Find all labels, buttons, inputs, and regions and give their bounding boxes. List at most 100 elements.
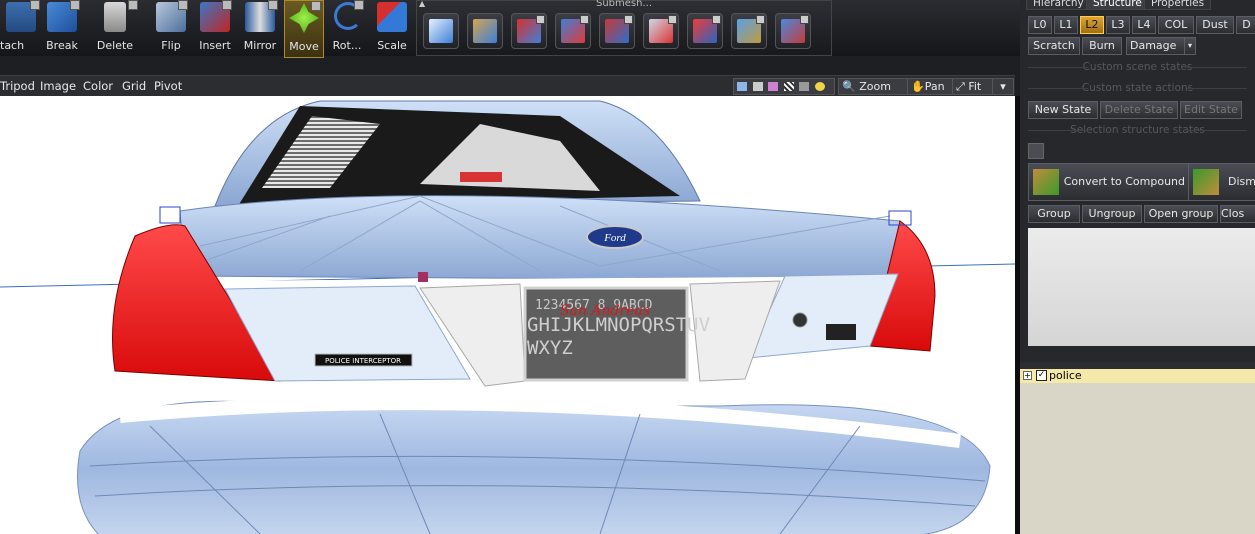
chevron-down-icon: ▾ [1000, 80, 1006, 93]
scratch-button[interactable]: Scratch [1028, 37, 1080, 55]
3d-viewport[interactable]: Ford 1234567 8 9ABCD San Andreas GHIJKLM… [0, 96, 1015, 534]
scale-button[interactable]: Scale [372, 0, 412, 56]
option-flag-icon[interactable] [70, 0, 80, 10]
zoom-label: Zoom [859, 80, 891, 93]
lod-l0-button[interactable]: L0 [1028, 16, 1052, 34]
delete-state-button[interactable]: Delete State [1100, 101, 1178, 119]
lock-icon[interactable] [1028, 143, 1044, 159]
attach-button[interactable]: tach [0, 0, 42, 56]
cube-icon[interactable] [423, 13, 459, 49]
menu-tripod[interactable]: Tripod [0, 79, 35, 93]
menu-color[interactable]: Color [83, 79, 113, 93]
box-convert-icon [1033, 169, 1059, 195]
lod-l4-button[interactable]: L4 [1132, 16, 1156, 34]
tab-properties[interactable]: Properties [1144, 0, 1212, 10]
pan-label: Pan [924, 80, 945, 93]
selection-structure-states-header: Selection structure states [1020, 124, 1255, 136]
diamond-icon[interactable] [687, 13, 723, 49]
lod-l3-button[interactable]: L3 [1106, 16, 1130, 34]
fit-icon: ⤢ [956, 80, 965, 93]
mirror-label: Mirror [243, 39, 277, 52]
edit-state-button[interactable]: Edit State [1180, 101, 1242, 119]
close-group-button[interactable]: Clos [1220, 205, 1255, 223]
cut-icon[interactable] [555, 13, 591, 49]
insert-label: Insert [199, 39, 231, 52]
custom-scene-states-header: Custom scene states [1020, 61, 1255, 73]
delete-button[interactable]: Delete [90, 0, 140, 56]
option-flag-icon[interactable] [222, 0, 232, 10]
rotate-label: Rot... [332, 39, 362, 52]
visibility-checkbox[interactable]: ✓ [1036, 370, 1047, 381]
camera-icon[interactable] [799, 82, 809, 91]
insert-button[interactable]: Insert [196, 0, 234, 56]
tree-row-police[interactable]: + ✓ police [1020, 369, 1255, 383]
option-flag-icon[interactable] [178, 0, 188, 10]
checker-icon[interactable] [783, 82, 794, 91]
light-icon[interactable] [814, 82, 825, 91]
state-list-box[interactable] [1028, 228, 1255, 346]
fit-button[interactable]: ⤢ Fit [952, 78, 995, 95]
import-icon[interactable] [511, 13, 547, 49]
scene-tree[interactable]: + ✓ police [1020, 362, 1255, 534]
mirror-button[interactable]: Mirror [240, 0, 280, 56]
delete-label: Delete [96, 39, 134, 52]
scale-icon [377, 2, 407, 32]
brush-icon[interactable] [467, 13, 503, 49]
plate-chars-mid: GHIJKLMNOPQRSTUV [527, 314, 710, 336]
plate-chars-bot: WXYZ [527, 337, 573, 359]
menu-image[interactable]: Image [40, 79, 76, 93]
fit-label: Fit [968, 80, 982, 93]
ungroup-button[interactable]: Ungroup [1082, 205, 1142, 223]
dust-button[interactable]: Dust [1196, 16, 1234, 34]
flip-button[interactable]: Flip [152, 0, 190, 56]
viewport-render-toggles[interactable]: ▼ [733, 78, 835, 108]
ford-emblem-text: Ford [603, 232, 626, 244]
knife-icon[interactable] [643, 13, 679, 49]
grid-icon[interactable] [775, 13, 811, 49]
attach-label: tach [0, 39, 25, 52]
lod-l1-button[interactable]: L1 [1054, 16, 1078, 34]
lod-col-button[interactable]: COL [1158, 16, 1194, 34]
chevron-down-icon[interactable]: ▾ [1184, 37, 1196, 55]
magnifier-icon: 🔍 [842, 80, 856, 93]
texture-icon[interactable] [768, 82, 778, 91]
expand-icon[interactable]: + [1023, 371, 1032, 380]
option-flag-icon[interactable] [311, 1, 321, 11]
menu-pivot[interactable]: Pivot [154, 79, 182, 93]
menu-grid[interactable]: Grid [122, 79, 146, 93]
option-flag-icon[interactable] [354, 0, 364, 10]
break-button[interactable]: Break [42, 0, 82, 56]
box-paint-icon[interactable] [731, 13, 767, 49]
zoom-button[interactable]: 🔍 Zoom [838, 78, 909, 95]
move-label: Move [289, 40, 319, 53]
cube-split-icon[interactable] [599, 13, 635, 49]
car-model-render: Ford 1234567 8 9ABCD San Andreas GHIJKLM… [0, 100, 1015, 534]
dismount-label: Dism [1228, 175, 1255, 188]
wireframe-icon[interactable] [752, 82, 763, 91]
tab-hierarchy[interactable]: Hierarchy [1026, 0, 1091, 10]
new-state-button[interactable]: New State [1028, 101, 1098, 119]
custom-state-actions-header: Custom state actions [1020, 82, 1255, 94]
option-flag-icon[interactable] [30, 0, 40, 10]
move-button[interactable]: Move [284, 0, 324, 58]
convert-to-compound-button[interactable]: Convert to Compound [1028, 163, 1190, 201]
tab-structure[interactable]: Structure [1086, 0, 1149, 10]
pan-button[interactable]: ✋Pan [907, 78, 955, 95]
burn-button[interactable]: Burn [1082, 37, 1122, 55]
lod-l2-button[interactable]: L2 [1080, 16, 1104, 34]
open-group-button[interactable]: Open group [1144, 205, 1218, 223]
d-button[interactable]: D [1236, 16, 1255, 34]
option-flag-icon[interactable] [128, 0, 138, 10]
option-flag-icon[interactable] [268, 0, 278, 10]
pivot-marker-left [159, 206, 181, 224]
damage-dropdown[interactable]: Damage [1126, 37, 1185, 55]
viewport-menu-button[interactable]: ▾ [992, 78, 1014, 95]
model-badge [826, 324, 856, 340]
rotate-button[interactable]: Rot... [328, 0, 366, 56]
pivot-center-marker[interactable] [418, 272, 428, 282]
viewport-menubar: Tripod Image Color Grid Pivot ▼ 🔍 Zoom ✋… [0, 75, 1015, 108]
shading-icon[interactable] [737, 82, 747, 91]
group-button[interactable]: Group [1028, 205, 1080, 223]
collapse-arrow-icon[interactable]: ▲ [419, 0, 425, 8]
dismount-button[interactable]: Dism [1188, 163, 1255, 201]
